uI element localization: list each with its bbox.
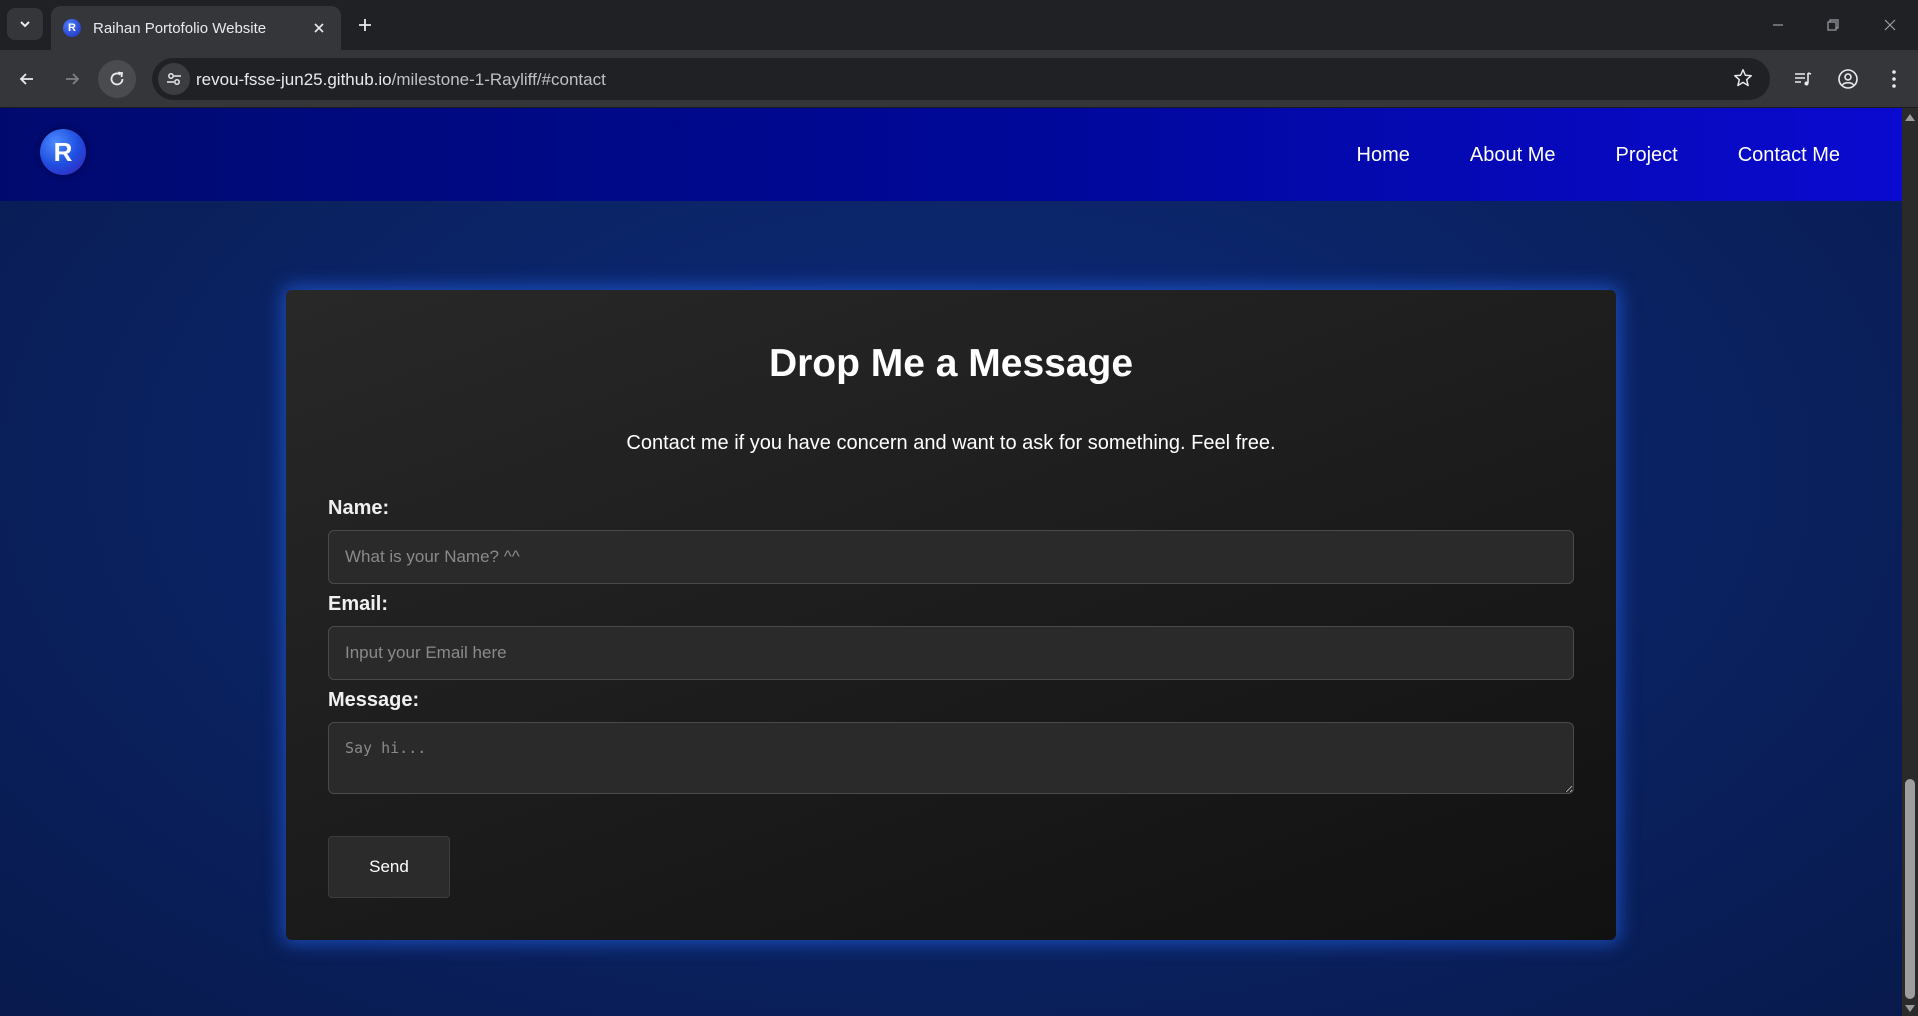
- url-text: revou-fsse-jun25.github.io/milestone-1-R…: [196, 70, 606, 90]
- email-input[interactable]: [328, 626, 1574, 680]
- contact-card: Drop Me a Message Contact me if you have…: [286, 290, 1616, 940]
- page-scrollbar[interactable]: [1902, 108, 1918, 1016]
- close-icon: [1884, 19, 1896, 31]
- contact-heading: Drop Me a Message: [768, 342, 1134, 385]
- account-icon: [1838, 69, 1858, 89]
- tab-title: Raihan Portofolio Website: [93, 19, 267, 37]
- site-nav: Home About Me Project Contact Me: [1357, 144, 1840, 167]
- reload-button[interactable]: [98, 60, 136, 98]
- media-queue-icon: [1795, 72, 1812, 86]
- tab-search-button[interactable]: [7, 8, 43, 40]
- plus-icon: [359, 19, 371, 31]
- star-icon: [1734, 69, 1752, 87]
- minimize-icon: [1773, 24, 1783, 26]
- site-info-button[interactable]: [158, 63, 190, 95]
- name-input[interactable]: [328, 530, 1574, 584]
- nav-link-project[interactable]: Project: [1615, 144, 1677, 167]
- page-viewport: R Home About Me Project Contact Me Drop …: [0, 108, 1902, 1016]
- message-label: Message:: [328, 689, 420, 711]
- reload-icon: [110, 71, 124, 86]
- send-button[interactable]: Send: [328, 836, 450, 898]
- browser-tab-active[interactable]: R Raihan Portofolio Website: [51, 6, 341, 50]
- url-path: /milestone-1-Rayliff/#contact: [391, 70, 606, 89]
- site-logo[interactable]: R: [40, 129, 86, 175]
- tab-favicon: R: [63, 19, 81, 37]
- window-close-button[interactable]: [1870, 10, 1910, 40]
- scrollbar-thumb[interactable]: [1905, 779, 1915, 999]
- scroll-up-arrow-icon[interactable]: [1905, 114, 1915, 121]
- restore-icon: [1827, 19, 1839, 31]
- window-minimize-button[interactable]: [1758, 10, 1798, 40]
- window-restore-button[interactable]: [1813, 10, 1853, 40]
- arrow-right-icon: [66, 73, 80, 85]
- scroll-down-arrow-icon[interactable]: [1905, 1005, 1915, 1012]
- tune-icon: [167, 73, 181, 85]
- media-queue-button[interactable]: [1787, 63, 1819, 95]
- chevron-down-icon: [20, 21, 30, 28]
- browser-menu-button[interactable]: [1878, 63, 1910, 95]
- url-host: revou-fsse-jun25.github.io: [196, 70, 392, 89]
- contact-subtitle: Contact me if you have concern and want …: [626, 432, 1276, 454]
- tab-close-button[interactable]: [309, 18, 329, 39]
- browser-toolbar: revou-fsse-jun25.github.io/milestone-1-R…: [0, 50, 1918, 108]
- profile-button[interactable]: [1832, 63, 1864, 95]
- back-button[interactable]: [8, 60, 46, 98]
- arrow-left-icon: [19, 73, 33, 85]
- nav-link-home[interactable]: Home: [1357, 144, 1410, 167]
- email-label: Email:: [328, 593, 389, 615]
- name-label: Name:: [328, 497, 390, 519]
- site-navbar: R Home About Me Project Contact Me: [0, 108, 1902, 201]
- bookmark-button[interactable]: [1732, 67, 1754, 94]
- message-textarea[interactable]: [328, 722, 1574, 794]
- nav-link-about-me[interactable]: About Me: [1470, 144, 1556, 167]
- new-tab-button[interactable]: [352, 12, 378, 38]
- close-icon: [314, 22, 324, 33]
- nav-link-contact-me[interactable]: Contact Me: [1738, 144, 1840, 167]
- browser-tab-strip: R Raihan Portofolio Website: [0, 0, 1918, 50]
- forward-button[interactable]: [53, 60, 91, 98]
- kebab-menu-icon: [1892, 70, 1896, 88]
- address-bar[interactable]: revou-fsse-jun25.github.io/milestone-1-R…: [152, 58, 1770, 100]
